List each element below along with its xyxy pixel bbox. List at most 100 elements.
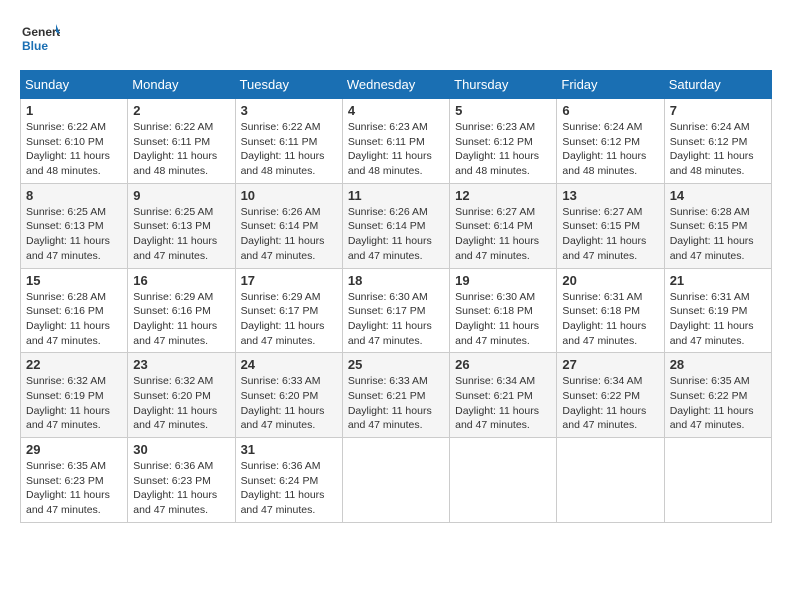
calendar-cell: 18 Sunrise: 6:30 AMSunset: 6:17 PMDayligh… <box>342 268 449 353</box>
weekday-header-sunday: Sunday <box>21 71 128 99</box>
calendar-cell: 5 Sunrise: 6:23 AMSunset: 6:12 PMDaylight… <box>450 99 557 184</box>
calendar-cell: 12 Sunrise: 6:27 AMSunset: 6:14 PMDayligh… <box>450 183 557 268</box>
calendar-cell: 21 Sunrise: 6:31 AMSunset: 6:19 PMDayligh… <box>664 268 771 353</box>
logo-container: General Blue <box>20 20 60 60</box>
calendar-cell <box>342 438 449 523</box>
day-info: Sunrise: 6:30 AMSunset: 6:18 PMDaylight:… <box>455 290 551 349</box>
day-info: Sunrise: 6:31 AMSunset: 6:18 PMDaylight:… <box>562 290 658 349</box>
day-number: 11 <box>348 188 444 203</box>
weekday-header-wednesday: Wednesday <box>342 71 449 99</box>
calendar-cell: 22 Sunrise: 6:32 AMSunset: 6:19 PMDayligh… <box>21 353 128 438</box>
day-number: 6 <box>562 103 658 118</box>
day-info: Sunrise: 6:24 AMSunset: 6:12 PMDaylight:… <box>670 120 766 179</box>
day-number: 26 <box>455 357 551 372</box>
calendar-cell: 17 Sunrise: 6:29 AMSunset: 6:17 PMDayligh… <box>235 268 342 353</box>
day-number: 3 <box>241 103 337 118</box>
day-number: 25 <box>348 357 444 372</box>
day-info: Sunrise: 6:25 AMSunset: 6:13 PMDaylight:… <box>26 205 122 264</box>
day-number: 18 <box>348 273 444 288</box>
day-info: Sunrise: 6:25 AMSunset: 6:13 PMDaylight:… <box>133 205 229 264</box>
day-info: Sunrise: 6:36 AMSunset: 6:24 PMDaylight:… <box>241 459 337 518</box>
weekday-header-saturday: Saturday <box>664 71 771 99</box>
calendar-cell: 20 Sunrise: 6:31 AMSunset: 6:18 PMDayligh… <box>557 268 664 353</box>
day-info: Sunrise: 6:35 AMSunset: 6:23 PMDaylight:… <box>26 459 122 518</box>
day-number: 13 <box>562 188 658 203</box>
calendar-week-2: 8 Sunrise: 6:25 AMSunset: 6:13 PMDaylight… <box>21 183 772 268</box>
svg-text:Blue: Blue <box>22 39 48 53</box>
logo: General Blue <box>20 20 60 60</box>
day-info: Sunrise: 6:30 AMSunset: 6:17 PMDaylight:… <box>348 290 444 349</box>
calendar-cell: 23Sunrise: 6:32 AMSunset: 6:20 PMDayligh… <box>128 353 235 438</box>
day-info: Sunrise: 6:22 AMSunset: 6:11 PMDaylight:… <box>241 120 337 179</box>
day-info: Sunrise: 6:28 AMSunset: 6:15 PMDaylight:… <box>670 205 766 264</box>
day-number: 4 <box>348 103 444 118</box>
day-number: 15 <box>26 273 122 288</box>
day-number: 1 <box>26 103 122 118</box>
day-info: Sunrise: 6:22 AMSunset: 6:11 PMDaylight:… <box>133 120 229 179</box>
day-number: 7 <box>670 103 766 118</box>
day-info: Sunrise: 6:22 AMSunset: 6:10 PMDaylight:… <box>26 120 122 179</box>
calendar-cell: 25 Sunrise: 6:33 AMSunset: 6:21 PMDayligh… <box>342 353 449 438</box>
day-number: 5 <box>455 103 551 118</box>
day-number: 29 <box>26 442 122 457</box>
day-number: 9 <box>133 188 229 203</box>
day-info: Sunrise: 6:29 AMSunset: 6:16 PMDaylight:… <box>133 290 229 349</box>
day-number: 27 <box>562 357 658 372</box>
day-info: Sunrise: 6:34 AMSunset: 6:21 PMDaylight:… <box>455 374 551 433</box>
weekday-header-monday: Monday <box>128 71 235 99</box>
calendar-week-1: 1 Sunrise: 6:22 AMSunset: 6:10 PMDaylight… <box>21 99 772 184</box>
day-number: 28 <box>670 357 766 372</box>
calendar-cell: 28 Sunrise: 6:35 AMSunset: 6:22 PMDayligh… <box>664 353 771 438</box>
day-number: 10 <box>241 188 337 203</box>
weekday-header-friday: Friday <box>557 71 664 99</box>
calendar-cell: 14 Sunrise: 6:28 AMSunset: 6:15 PMDayligh… <box>664 183 771 268</box>
day-info: Sunrise: 6:29 AMSunset: 6:17 PMDaylight:… <box>241 290 337 349</box>
calendar-week-3: 15 Sunrise: 6:28 AMSunset: 6:16 PMDayligh… <box>21 268 772 353</box>
day-number: 12 <box>455 188 551 203</box>
day-number: 22 <box>26 357 122 372</box>
header: General Blue <box>20 20 772 60</box>
day-number: 14 <box>670 188 766 203</box>
calendar-cell: 27 Sunrise: 6:34 AMSunset: 6:22 PMDayligh… <box>557 353 664 438</box>
weekday-header-tuesday: Tuesday <box>235 71 342 99</box>
day-number: 31 <box>241 442 337 457</box>
day-info: Sunrise: 6:31 AMSunset: 6:19 PMDaylight:… <box>670 290 766 349</box>
day-number: 8 <box>26 188 122 203</box>
calendar-cell: 8 Sunrise: 6:25 AMSunset: 6:13 PMDaylight… <box>21 183 128 268</box>
calendar-week-4: 22 Sunrise: 6:32 AMSunset: 6:19 PMDayligh… <box>21 353 772 438</box>
day-info: Sunrise: 6:23 AMSunset: 6:11 PMDaylight:… <box>348 120 444 179</box>
day-info: Sunrise: 6:32 AMSunset: 6:19 PMDaylight:… <box>26 374 122 433</box>
calendar-cell: 19Sunrise: 6:30 AMSunset: 6:18 PMDayligh… <box>450 268 557 353</box>
day-info: Sunrise: 6:36 AMSunset: 6:23 PMDaylight:… <box>133 459 229 518</box>
calendar-table: SundayMondayTuesdayWednesdayThursdayFrid… <box>20 70 772 523</box>
day-info: Sunrise: 6:32 AMSunset: 6:20 PMDaylight:… <box>133 374 229 433</box>
calendar-week-5: 29 Sunrise: 6:35 AMSunset: 6:23 PMDayligh… <box>21 438 772 523</box>
calendar-cell: 11 Sunrise: 6:26 AMSunset: 6:14 PMDayligh… <box>342 183 449 268</box>
day-info: Sunrise: 6:33 AMSunset: 6:21 PMDaylight:… <box>348 374 444 433</box>
calendar-cell <box>664 438 771 523</box>
svg-text:General: General <box>22 25 60 39</box>
calendar-cell: 15 Sunrise: 6:28 AMSunset: 6:16 PMDayligh… <box>21 268 128 353</box>
calendar-cell: 13 Sunrise: 6:27 AMSunset: 6:15 PMDayligh… <box>557 183 664 268</box>
day-info: Sunrise: 6:27 AMSunset: 6:14 PMDaylight:… <box>455 205 551 264</box>
day-info: Sunrise: 6:23 AMSunset: 6:12 PMDaylight:… <box>455 120 551 179</box>
calendar-cell: 6 Sunrise: 6:24 AMSunset: 6:12 PMDaylight… <box>557 99 664 184</box>
day-info: Sunrise: 6:26 AMSunset: 6:14 PMDaylight:… <box>348 205 444 264</box>
day-info: Sunrise: 6:28 AMSunset: 6:16 PMDaylight:… <box>26 290 122 349</box>
day-info: Sunrise: 6:35 AMSunset: 6:22 PMDaylight:… <box>670 374 766 433</box>
calendar-cell <box>557 438 664 523</box>
calendar-cell: 31 Sunrise: 6:36 AMSunset: 6:24 PMDayligh… <box>235 438 342 523</box>
calendar-cell: 30Sunrise: 6:36 AMSunset: 6:23 PMDayligh… <box>128 438 235 523</box>
day-info: Sunrise: 6:34 AMSunset: 6:22 PMDaylight:… <box>562 374 658 433</box>
day-number: 17 <box>241 273 337 288</box>
calendar-cell: 7 Sunrise: 6:24 AMSunset: 6:12 PMDaylight… <box>664 99 771 184</box>
day-number: 21 <box>670 273 766 288</box>
calendar-cell: 26 Sunrise: 6:34 AMSunset: 6:21 PMDayligh… <box>450 353 557 438</box>
day-info: Sunrise: 6:24 AMSunset: 6:12 PMDaylight:… <box>562 120 658 179</box>
calendar-cell: 3 Sunrise: 6:22 AMSunset: 6:11 PMDaylight… <box>235 99 342 184</box>
day-number: 16 <box>133 273 229 288</box>
day-info: Sunrise: 6:33 AMSunset: 6:20 PMDaylight:… <box>241 374 337 433</box>
weekday-header-row: SundayMondayTuesdayWednesdayThursdayFrid… <box>21 71 772 99</box>
day-number: 20 <box>562 273 658 288</box>
day-info: Sunrise: 6:27 AMSunset: 6:15 PMDaylight:… <box>562 205 658 264</box>
